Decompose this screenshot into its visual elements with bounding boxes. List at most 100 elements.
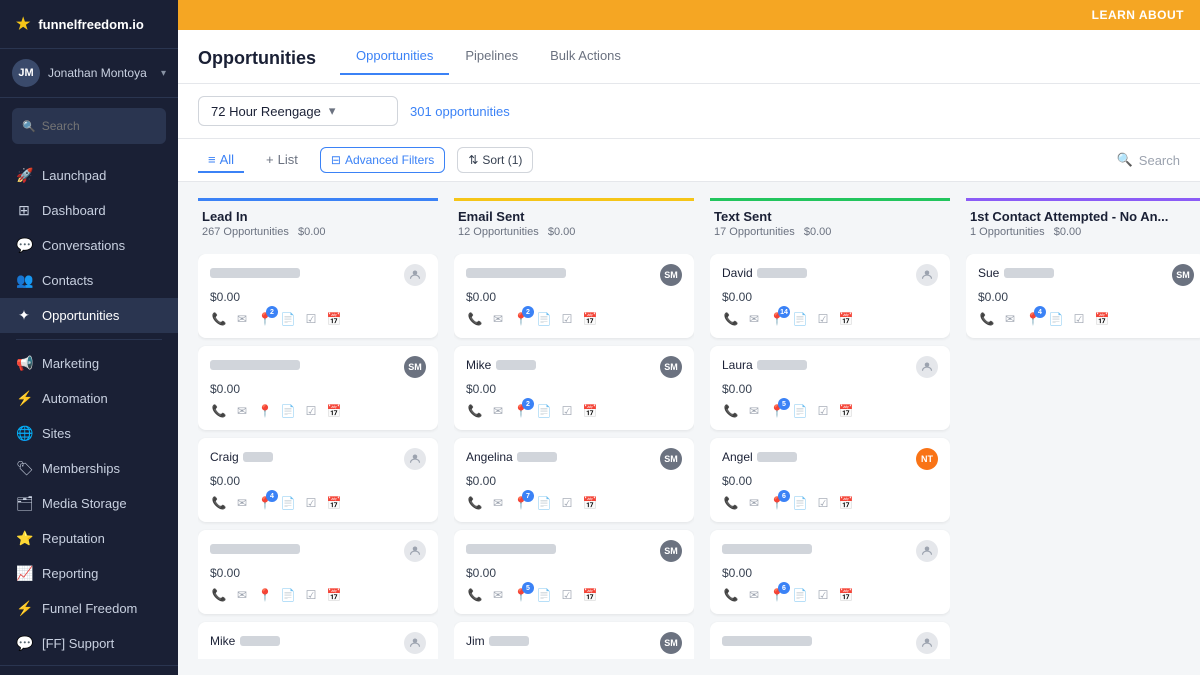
view-tab-all[interactable]: ≡ All [198,148,244,173]
opp-card[interactable]: Laura $0.00 📞✉📍5📄☑📅 [710,346,950,430]
call-icon[interactable]: 📞 [722,310,740,328]
opp-card[interactable]: $0.00 📞✉📍2📄☑📅 [198,254,438,338]
email-icon[interactable]: ✉ [745,402,763,420]
calendar-icon[interactable]: 📅 [837,402,855,420]
pin-icon[interactable]: 📍4 [1024,310,1042,328]
email-icon[interactable]: ✉ [233,310,251,328]
calendar-icon[interactable]: 📅 [325,402,343,420]
email-icon[interactable]: ✉ [233,494,251,512]
opp-card[interactable]: $0.00 📞✉📍6📄☑📅 [710,530,950,614]
calendar-icon[interactable]: 📅 [581,494,599,512]
opp-card[interactable]: SM $0.00 📞✉📍2📄☑📅 [454,254,694,338]
tab-opportunities[interactable]: Opportunities [340,42,449,75]
call-icon[interactable]: 📞 [722,586,740,604]
pin-icon[interactable]: 📍 [256,586,274,604]
opp-card[interactable]: Angelina SM $0.00 📞✉📍7📄☑📅 [454,438,694,522]
opp-card[interactable]: Mike SM $0.00 📞✉📍2📄☑📅 [454,346,694,430]
note-icon[interactable]: 📄 [791,310,809,328]
call-icon[interactable]: 📞 [466,402,484,420]
search-right[interactable]: 🔍 Search [1117,152,1180,168]
sidebar-item-sites[interactable]: 🌐 Sites [0,416,178,451]
sidebar-search-box[interactable]: 🔍 ctrl K + [12,108,166,144]
task-icon[interactable]: ☑ [558,494,576,512]
sidebar-item-reputation[interactable]: ⭐ Reputation [0,521,178,556]
sidebar-item-automation[interactable]: ⚡ Automation [0,381,178,416]
call-icon[interactable]: 📞 [466,586,484,604]
view-tab-list[interactable]: + List [256,148,308,173]
chevron-down-icon[interactable]: ▾ [161,68,166,79]
pin-icon[interactable]: 📍5 [768,402,786,420]
email-icon[interactable]: ✉ [233,586,251,604]
task-icon[interactable]: ☑ [814,586,832,604]
note-icon[interactable]: 📄 [1047,310,1065,328]
email-icon[interactable]: ✉ [489,494,507,512]
note-icon[interactable]: 📄 [791,494,809,512]
search-input[interactable] [42,119,178,133]
sidebar-item-memberships[interactable]: 🏷 Memberships [0,451,178,486]
sidebar-item-funnel-freedom[interactable]: ⚡ Funnel Freedom [0,591,178,626]
sidebar-item-launchpad[interactable]: 🚀 Launchpad [0,158,178,193]
email-icon[interactable]: ✉ [745,310,763,328]
call-icon[interactable]: 📞 [210,586,228,604]
calendar-icon[interactable]: 📅 [1093,310,1111,328]
task-icon[interactable]: ☑ [302,402,320,420]
calendar-icon[interactable]: 📅 [581,402,599,420]
tab-bulk-actions[interactable]: Bulk Actions [534,42,637,75]
task-icon[interactable]: ☑ [814,402,832,420]
task-icon[interactable]: ☑ [302,494,320,512]
note-icon[interactable]: 📄 [535,310,553,328]
calendar-icon[interactable]: 📅 [325,586,343,604]
call-icon[interactable]: 📞 [466,494,484,512]
pin-icon[interactable]: 📍6 [768,494,786,512]
email-icon[interactable]: ✉ [745,586,763,604]
task-icon[interactable]: ☑ [1070,310,1088,328]
task-icon[interactable]: ☑ [558,310,576,328]
calendar-icon[interactable]: 📅 [837,494,855,512]
sidebar-item-opportunities[interactable]: ✦ Opportunities [0,298,178,333]
pin-icon[interactable]: 📍4 [256,494,274,512]
tab-pipelines[interactable]: Pipelines [449,42,534,75]
note-icon[interactable]: 📄 [791,586,809,604]
call-icon[interactable]: 📞 [210,402,228,420]
call-icon[interactable]: 📞 [722,494,740,512]
sort-button[interactable]: ⇅ Sort (1) [457,147,533,173]
call-icon[interactable]: 📞 [210,310,228,328]
pin-icon[interactable]: 📍2 [512,402,530,420]
pin-icon[interactable]: 📍2 [256,310,274,328]
sidebar-item-contacts[interactable]: 👥 Contacts [0,263,178,298]
email-icon[interactable]: ✉ [1001,310,1019,328]
pin-icon[interactable]: 📍6 [768,586,786,604]
task-icon[interactable]: ☑ [814,310,832,328]
pipeline-select[interactable]: 72 Hour Reengage ▾ [198,96,398,126]
email-icon[interactable]: ✉ [489,586,507,604]
user-section[interactable]: JM Jonathan Montoya ▾ [0,49,178,98]
calendar-icon[interactable]: 📅 [837,310,855,328]
sidebar-item-reporting[interactable]: 📈 Reporting [0,556,178,591]
note-icon[interactable]: 📄 [279,494,297,512]
email-icon[interactable]: ✉ [489,310,507,328]
calendar-icon[interactable]: 📅 [581,310,599,328]
note-icon[interactable]: 📄 [279,402,297,420]
call-icon[interactable]: 📞 [210,494,228,512]
task-icon[interactable]: ☑ [558,402,576,420]
email-icon[interactable]: ✉ [233,402,251,420]
opp-card[interactable]: David $0.00 📞✉📍14📄☑📅 [710,254,950,338]
call-icon[interactable]: 📞 [722,402,740,420]
calendar-icon[interactable]: 📅 [325,310,343,328]
email-icon[interactable]: ✉ [745,494,763,512]
pin-icon[interactable]: 📍5 [512,586,530,604]
note-icon[interactable]: 📄 [791,402,809,420]
task-icon[interactable]: ☑ [558,586,576,604]
calendar-icon[interactable]: 📅 [325,494,343,512]
note-icon[interactable]: 📄 [535,402,553,420]
note-icon[interactable]: 📄 [535,586,553,604]
top-banner[interactable]: LEARN ABOUT [178,0,1200,30]
opp-card[interactable]: Jim SM $0.00 📞✉📍📄☑📅 [454,622,694,659]
calendar-icon[interactable]: 📅 [581,586,599,604]
opp-card[interactable]: $0.00 📞✉📍📄☑📅 [198,530,438,614]
task-icon[interactable]: ☑ [302,586,320,604]
note-icon[interactable]: 📄 [279,586,297,604]
task-icon[interactable]: ☑ [302,310,320,328]
calendar-icon[interactable]: 📅 [837,586,855,604]
sidebar-item-dashboard[interactable]: ⊞ Dashboard [0,193,178,228]
